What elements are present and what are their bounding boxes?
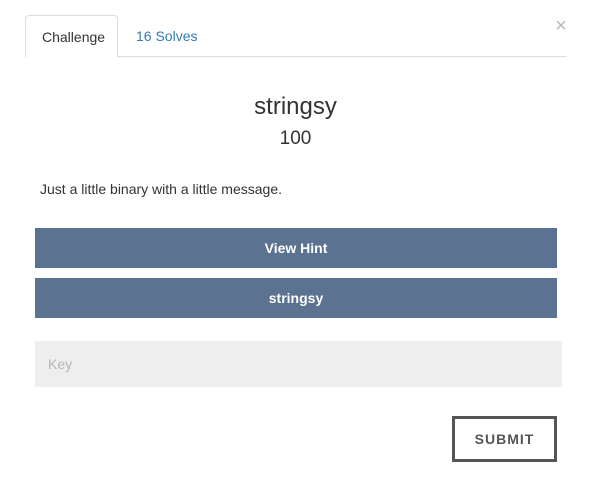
tab-bar: Challenge 16 Solves bbox=[25, 15, 567, 58]
tab-solves[interactable]: 16 Solves bbox=[120, 15, 213, 57]
file-download-button[interactable]: stringsy bbox=[35, 278, 557, 318]
key-input[interactable] bbox=[35, 341, 562, 387]
challenge-modal: × Challenge 16 Solves stringsy 100 Just … bbox=[0, 0, 591, 501]
challenge-points: 100 bbox=[279, 128, 312, 149]
challenge-description: Just a little binary with a little messa… bbox=[40, 181, 282, 197]
view-hint-button[interactable]: View Hint bbox=[35, 228, 557, 268]
tab-challenge[interactable]: Challenge bbox=[25, 15, 118, 58]
challenge-title: stringsy bbox=[254, 93, 337, 120]
submit-button[interactable]: SUBMIT bbox=[452, 416, 557, 462]
